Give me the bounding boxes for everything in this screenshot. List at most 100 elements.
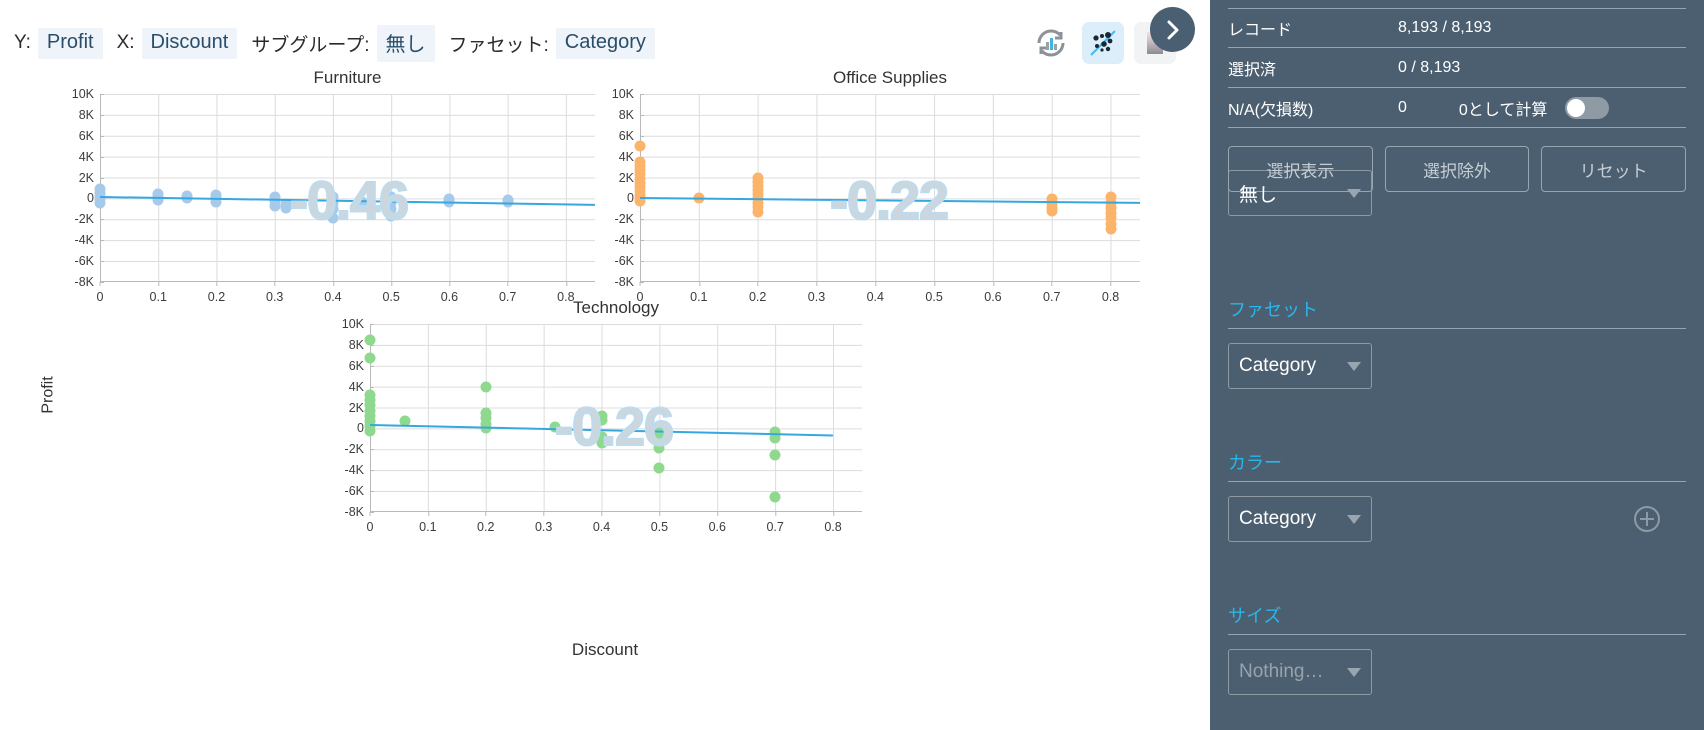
data-point[interactable] <box>549 421 561 433</box>
right-settings-panel: レコード 8,193 / 8,193 選択済 0 / 8,193 N/A(欠損数… <box>1210 0 1704 730</box>
facet-label: ファセット: <box>448 34 549 56</box>
scatter-plot-icon[interactable] <box>1082 22 1124 64</box>
size-select[interactable]: Nothing… <box>1228 649 1372 695</box>
stat-row-na: N/A(欠損数) 0 0として計算 <box>1228 88 1686 128</box>
color-select[interactable]: Category <box>1228 496 1372 542</box>
data-point[interactable] <box>596 437 608 449</box>
facet-selector-group: ファセット: Category <box>448 27 655 59</box>
y-axis-tick: -6K <box>75 254 105 268</box>
chevron-down-icon <box>1347 667 1361 677</box>
x-axis-tick: 0 <box>366 512 374 534</box>
x-axis-tick: 0.1 <box>419 512 437 534</box>
subgroup-selector-group: サブグループ: 無し <box>251 24 435 62</box>
data-point[interactable] <box>752 206 764 218</box>
data-point[interactable] <box>94 197 106 209</box>
data-point[interactable] <box>769 491 781 503</box>
plot-canvas[interactable]: 10K 8K 6K 4K 2K 0 -2K -4K -6K -8K 0 0.1 0.2 0.3 0.4 0.5… <box>612 87 1141 304</box>
records-value: 8,193 / 8,193 <box>1398 19 1492 36</box>
y-axis-tick: -2K <box>345 442 375 456</box>
x-axis-tick: 0.4 <box>592 512 611 534</box>
facet-title: Office Supplies <box>832 68 948 87</box>
y-axis-value[interactable]: Profit <box>37 27 103 59</box>
y-axis-tick: -4K <box>615 233 645 247</box>
y-axis-tick: 2K <box>79 171 105 185</box>
scatter-analytics-view: Y: Profit X: Discount サブグループ: 無し ファセット: … <box>0 0 1704 730</box>
facet-title: Furniture <box>313 68 382 87</box>
size-select-value: Nothing… <box>1239 661 1324 682</box>
plot-canvas[interactable]: 10K 8K 6K 4K 2K 0 -2K -4K -6K -8K 0 0.1 0.2 0.3 0.4 0.5… <box>72 87 596 304</box>
y-axis-tick: -2K <box>75 212 105 226</box>
y-axis-tick: 4K <box>79 150 105 164</box>
chevron-down-icon <box>1347 188 1361 198</box>
y-axis-tick: -4K <box>75 233 105 247</box>
x-axis-tick: 0.8 <box>1101 282 1120 304</box>
refresh-chart-icon[interactable] <box>1030 22 1072 64</box>
data-point[interactable] <box>653 442 665 454</box>
facet-panel-office-supplies: Office Supplies 10K 8K 6K 4K 2K 0 -2K -4K -6K -8K 0… <box>580 68 1141 316</box>
plot-frame <box>640 94 1140 282</box>
y-axis-tick: -8K <box>75 275 105 289</box>
chevron-down-icon <box>1347 361 1361 371</box>
facet-chart-area: Profit Discount Furniture 10K 8K 6K 4K 2K 0 -2K… <box>0 68 1210 730</box>
x-axis-tick: 0.7 <box>1043 282 1061 304</box>
data-point[interactable] <box>280 202 292 214</box>
y-axis-tick: 10K <box>612 87 645 101</box>
data-point[interactable] <box>385 210 397 222</box>
subgroup-value[interactable]: 無し <box>376 24 435 62</box>
y-axis-tick: -4K <box>345 463 375 477</box>
y-axis-label: Y: <box>14 32 31 53</box>
data-point[interactable] <box>327 212 339 224</box>
data-point[interactable] <box>596 414 608 426</box>
x-axis-selector-group: X: Discount <box>116 27 238 59</box>
x-axis-tick: 0.2 <box>207 282 226 304</box>
facet-section-title: ファセット <box>1228 300 1318 320</box>
subgroup-select-value: 無し <box>1239 184 1278 206</box>
treat-as-zero-toggle[interactable] <box>1565 96 1610 119</box>
na-label: N/A(欠損数) <box>1228 101 1314 119</box>
y-axis-tick: 10K <box>72 87 105 101</box>
reset-button[interactable]: リセット <box>1541 146 1687 192</box>
plus-circle-icon <box>1634 506 1660 532</box>
chevron-down-icon <box>1347 514 1361 524</box>
stat-row-records: レコード 8,193 / 8,193 <box>1228 8 1686 48</box>
y-axis-tick: -6K <box>345 484 375 498</box>
plot-frame <box>100 94 595 282</box>
size-section-title: サイズ <box>1228 606 1282 626</box>
size-select-wrap: Nothing… <box>1228 649 1686 695</box>
add-color-button[interactable] <box>1634 506 1660 532</box>
data-point[interactable] <box>653 462 665 474</box>
data-point[interactable] <box>769 449 781 461</box>
treat-as-zero-label: 0として計算 <box>1458 101 1548 119</box>
expand-panel-button[interactable] <box>1150 7 1195 52</box>
data-point[interactable] <box>480 381 492 393</box>
y-axis-tick: -6K <box>615 254 645 268</box>
x-axis-tick: 0.4 <box>866 282 884 304</box>
plot-canvas[interactable]: 10K 8K 6K 4K 2K 0 -2K -4K -6K -8K 0 0.1 0.2 0.3 0.4 0.5… <box>342 317 862 534</box>
color-section-title: カラー <box>1228 453 1282 473</box>
data-point[interactable] <box>94 183 106 195</box>
facet-panel-furniture: Furniture 10K 8K 6K 4K 2K 0 -2K -4K -6K -8K 0 0.1 0.2… <box>40 68 596 316</box>
facet-value[interactable]: Category <box>555 27 655 59</box>
data-point[interactable] <box>634 140 646 152</box>
facet-panel-technology: Technology 10K 8K 6K 4K 2K 0 -2K -4K -6K -8K 0 0.1 0.… <box>310 298 862 546</box>
y-axis-tick: 8K <box>79 108 105 122</box>
data-point[interactable] <box>364 334 376 346</box>
y-axis-selector-group: Y: Profit <box>14 27 103 59</box>
data-point[interactable] <box>356 201 368 213</box>
x-axis-tick: 0.2 <box>477 512 495 534</box>
data-point[interactable] <box>1105 223 1117 235</box>
x-axis-label: X: <box>116 32 135 53</box>
x-axis-tick: 0.5 <box>925 282 943 304</box>
size-section-divider <box>1228 634 1686 635</box>
y-axis-title: Profit <box>39 376 57 414</box>
color-select-value: Category <box>1239 508 1317 529</box>
facet-select[interactable]: Category <box>1228 343 1372 389</box>
plot-frame <box>370 324 862 512</box>
exclude-selection-button[interactable]: 選択除外 <box>1384 146 1530 192</box>
data-point[interactable] <box>364 352 376 364</box>
facet-select-wrap: Category <box>1228 343 1686 389</box>
data-point[interactable] <box>364 425 376 437</box>
x-axis-value[interactable]: Discount <box>141 27 238 59</box>
x-axis-tick: 0.5 <box>650 512 669 534</box>
data-point[interactable] <box>1046 205 1058 217</box>
